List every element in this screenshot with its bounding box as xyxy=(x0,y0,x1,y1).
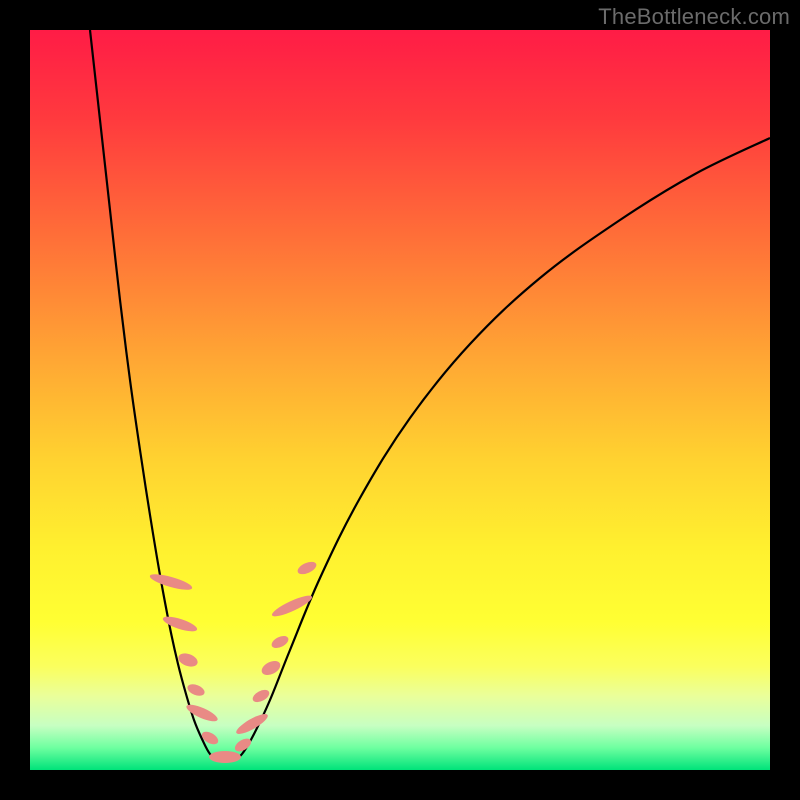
curve-markers xyxy=(148,559,318,763)
bottleneck-curve xyxy=(90,30,770,761)
curve-marker xyxy=(186,682,206,698)
plot-area xyxy=(30,30,770,770)
curve-marker xyxy=(184,702,219,725)
curve-marker xyxy=(161,614,198,635)
chart-frame: TheBottleneck.com xyxy=(0,0,800,800)
curve-marker xyxy=(200,729,221,747)
bottleneck-curve-path xyxy=(90,30,770,761)
curve-marker xyxy=(177,651,200,669)
curve-svg xyxy=(30,30,770,770)
curve-marker xyxy=(209,751,241,763)
curve-marker xyxy=(148,571,193,593)
curve-marker xyxy=(270,634,291,651)
curve-marker xyxy=(296,559,318,576)
curve-marker xyxy=(234,711,270,738)
watermark-text: TheBottleneck.com xyxy=(598,4,790,30)
